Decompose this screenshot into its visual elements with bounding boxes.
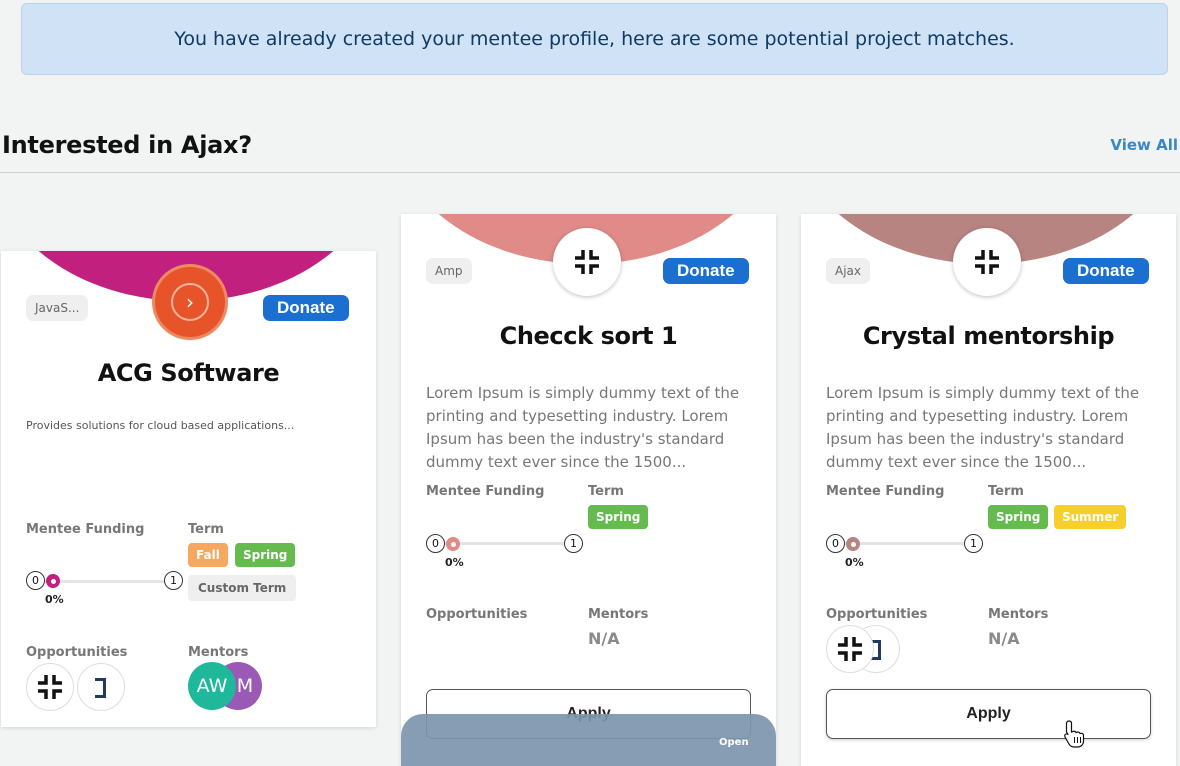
funding-knob — [446, 537, 460, 551]
compress-icon — [975, 250, 999, 274]
funding-knob — [846, 537, 860, 551]
funding-knob — [46, 574, 60, 588]
term-fall-badge: Fall — [188, 543, 228, 567]
mentors-empty-text: N/A — [988, 629, 1020, 648]
project-logo: › — [155, 267, 225, 337]
opportunity-avatar[interactable] — [26, 663, 74, 711]
funding-max: 1 — [564, 534, 583, 553]
project-card[interactable]: Amp Donate Checck sort 1 Lorem Ipsum is … — [401, 214, 776, 766]
funding-percent: 0% — [845, 556, 864, 569]
skill-tag: JavaS... — [26, 295, 89, 321]
project-logo — [553, 228, 621, 296]
hand-cursor-icon — [1064, 720, 1085, 748]
project-card[interactable]: Ajax Donate Crystal mentorship Lorem Ips… — [801, 214, 1176, 766]
opportunity-avatar[interactable] — [826, 625, 874, 673]
mentee-funding-label: Mentee Funding — [826, 484, 945, 499]
mentor-initials: AW — [196, 675, 228, 697]
donate-button[interactable]: Donate — [663, 258, 749, 284]
term-label: Term — [588, 484, 624, 499]
project-logo — [953, 228, 1021, 296]
chevron-right-icon: › — [171, 283, 209, 321]
skill-tag: Ajax — [826, 258, 870, 284]
funding-min: 0 — [26, 571, 45, 590]
donate-button[interactable]: Donate — [1063, 258, 1149, 284]
term-label: Term — [988, 484, 1024, 499]
mentors-empty-text: N/A — [588, 629, 620, 648]
card-title: Crystal mentorship — [862, 322, 1115, 350]
info-alert: You have already created your mentee pro… — [21, 3, 1168, 75]
opportunities-label: Opportunities — [426, 607, 528, 622]
mentors-label: Mentors — [988, 607, 1049, 622]
card-description: Lorem Ipsum is simply dummy text of the … — [426, 384, 740, 471]
opportunities-label: Opportunities — [826, 607, 928, 622]
funding-percent: 0% — [45, 593, 64, 606]
document-logo-icon — [89, 676, 111, 698]
compress-icon — [38, 675, 62, 699]
term-spring-badge: Spring — [588, 505, 649, 529]
card-description: Lorem Ipsum is simply dummy text of the … — [826, 384, 1140, 471]
project-card[interactable]: › JavaS... Donate ACG Software Provides … — [1, 251, 376, 727]
view-all-link[interactable]: View All — [1110, 136, 1178, 154]
opportunity-avatar[interactable] — [77, 663, 125, 711]
section-divider — [0, 172, 1180, 173]
mentors-label: Mentors — [588, 607, 649, 622]
funding-min: 0 — [426, 534, 445, 553]
mentor-avatar[interactable]: AW — [188, 662, 236, 710]
funding-min: 0 — [826, 534, 845, 553]
card-title: ACG Software — [97, 359, 280, 387]
card-description: Provides solutions for cloud based appli… — [26, 419, 295, 432]
compress-icon — [838, 637, 862, 661]
opportunities-label: Opportunities — [26, 645, 128, 660]
compress-icon — [575, 250, 599, 274]
funding-max: 1 — [964, 534, 983, 553]
skill-tag: Amp — [426, 258, 472, 284]
term-custom-badge: Custom Term — [188, 575, 297, 601]
alert-text: You have already created your mentee pro… — [174, 28, 1015, 50]
mentee-funding-label: Mentee Funding — [26, 522, 145, 537]
donate-button[interactable]: Donate — [263, 295, 349, 321]
mentee-funding-label: Mentee Funding — [426, 484, 545, 499]
mentor-initials: M — [236, 675, 254, 697]
mentors-label: Mentors — [188, 645, 249, 660]
term-spring-badge: Spring — [988, 505, 1049, 529]
term-spring-badge: Spring — [235, 543, 296, 567]
apply-button[interactable]: Apply — [826, 689, 1151, 739]
funding-max: 1 — [164, 571, 183, 590]
section-title: Interested in Ajax? — [2, 131, 252, 159]
term-label: Term — [188, 522, 224, 537]
term-summer-badge: Summer — [1054, 505, 1127, 529]
card-title: Checck sort 1 — [499, 322, 678, 350]
open-chat-label[interactable]: Open — [719, 737, 749, 748]
funding-percent: 0% — [445, 556, 464, 569]
